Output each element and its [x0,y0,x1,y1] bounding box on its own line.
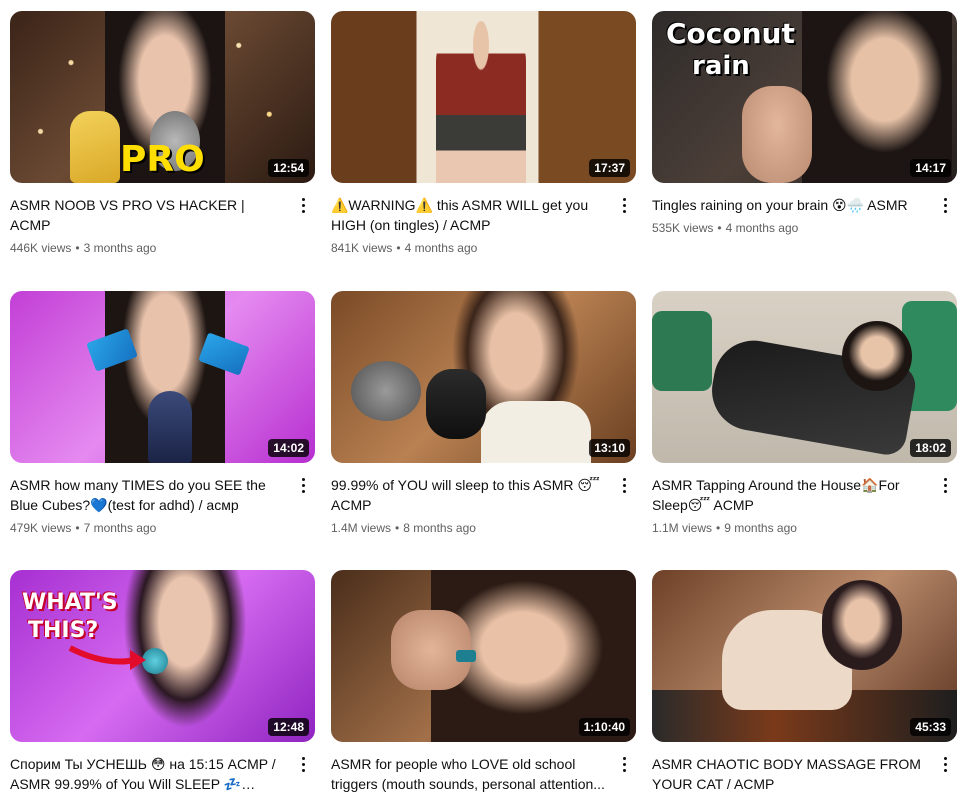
video-thumbnail[interactable]: 1:10:40 [331,570,636,742]
more-options-icon[interactable] [614,195,634,215]
video-stats: 446K views • 3 months ago [10,239,287,257]
upload-age: 7 months ago [83,521,157,535]
view-count: 535K views [652,221,714,235]
upload-age: 4 months ago [725,221,799,235]
more-options-icon[interactable] [935,195,955,215]
video-card[interactable]: PRO 12:54 ASMR NOOB VS PRO VS HACKER | A… [10,11,315,257]
view-count: 841K views [331,241,393,255]
video-thumbnail[interactable]: 13:10 [331,291,636,463]
video-thumbnail[interactable]: 18:02 [652,291,957,463]
more-options-icon[interactable] [293,195,313,215]
video-stats: 1.1M views • 9 months ago [652,519,929,537]
video-card[interactable]: 45:33 ASMR CHAOTIC BODY MASSAGE FROM YOU… [652,570,957,794]
view-count: 446K views [10,241,72,255]
video-thumbnail[interactable]: WHAT'S THIS? 12:48 [10,570,315,742]
thumbnail-overlay-text: rain [692,51,750,81]
more-options-icon[interactable] [293,754,313,774]
video-title[interactable]: ASMR Tapping Around the House🏠For Sleep😴… [652,475,929,515]
video-card[interactable]: 1:10:40 ASMR for people who LOVE old sch… [331,570,636,794]
video-title[interactable]: ASMR how many TIMES do you SEE the Blue … [10,475,287,515]
more-options-icon[interactable] [614,754,634,774]
thumbnail-overlay-text: THIS? [28,618,99,643]
duration-badge: 12:54 [268,159,309,177]
separator: • [75,521,80,535]
video-stats: 535K views • 4 months ago [652,219,929,237]
video-thumbnail[interactable]: 14:02 [10,291,315,463]
video-thumbnail[interactable]: Coconut rain 14:17 [652,11,957,183]
video-stats: 1.4M views • 8 months ago [331,519,608,537]
view-count: 1.4M views [331,521,392,535]
video-card[interactable]: 13:10 99.99% of YOU will sleep to this A… [331,291,636,537]
view-count: 479K views [10,521,72,535]
video-card[interactable]: Coconut rain 14:17 Tingles raining on yo… [652,11,957,237]
upload-age: 8 months ago [403,521,476,535]
more-options-icon[interactable] [935,475,955,495]
duration-badge: 13:10 [589,439,630,457]
duration-badge: 18:02 [910,439,951,457]
view-count: 1.1M views [652,521,713,535]
video-title[interactable]: ASMR for people who LOVE old school trig… [331,754,608,794]
duration-badge: 12:48 [268,718,309,736]
more-options-icon[interactable] [614,475,634,495]
video-card[interactable]: 17:37 ⚠️WARNING⚠️ this ASMR WILL get you… [331,11,636,257]
duration-badge: 1:10:40 [578,718,630,736]
more-options-icon[interactable] [293,475,313,495]
upload-age: 9 months ago [724,521,797,535]
video-grid: PRO 12:54 ASMR NOOB VS PRO VS HACKER | A… [0,0,980,800]
thumbnail-overlay-text: Coconut [666,17,795,50]
video-thumbnail[interactable]: 17:37 [331,11,636,183]
separator: • [395,521,400,535]
video-title[interactable]: ⚠️WARNING⚠️ this ASMR WILL get you HIGH … [331,195,608,235]
video-card[interactable]: 18:02 ASMR Tapping Around the House🏠For … [652,291,957,537]
thumbnail-overlay-text: WHAT'S [22,590,118,615]
video-stats: 841K views • 4 months ago [331,239,608,257]
video-title[interactable]: Спорим Ты УСНЕШЬ 😳 на 15:15 ACMP / ASMR … [10,754,287,794]
duration-badge: 17:37 [589,159,630,177]
separator: • [75,241,80,255]
thumbnail-overlay-text: PRO [120,139,205,180]
separator: • [717,221,722,235]
duration-badge: 14:02 [268,439,309,457]
video-thumbnail[interactable]: PRO 12:54 [10,11,315,183]
video-title[interactable]: Tingles raining on your brain 😵🌧️ ASMR [652,195,929,215]
upload-age: 3 months ago [83,241,157,255]
video-card[interactable]: WHAT'S THIS? 12:48 Спорим Ты УСНЕШЬ 😳 на… [10,570,315,794]
video-stats: 479K views • 7 months ago [10,519,287,537]
separator: • [396,241,401,255]
duration-badge: 45:33 [910,718,951,736]
upload-age: 4 months ago [404,241,478,255]
duration-badge: 14:17 [910,159,951,177]
video-card[interactable]: 14:02 ASMR how many TIMES do you SEE the… [10,291,315,537]
separator: • [716,521,721,535]
more-options-icon[interactable] [935,754,955,774]
video-title[interactable]: 99.99% of YOU will sleep to this ASMR 😴 … [331,475,608,515]
video-title[interactable]: ASMR CHAOTIC BODY MASSAGE FROM YOUR CAT … [652,754,929,794]
video-thumbnail[interactable]: 45:33 [652,570,957,742]
video-title[interactable]: ASMR NOOB VS PRO VS HACKER | ACMP [10,195,287,235]
